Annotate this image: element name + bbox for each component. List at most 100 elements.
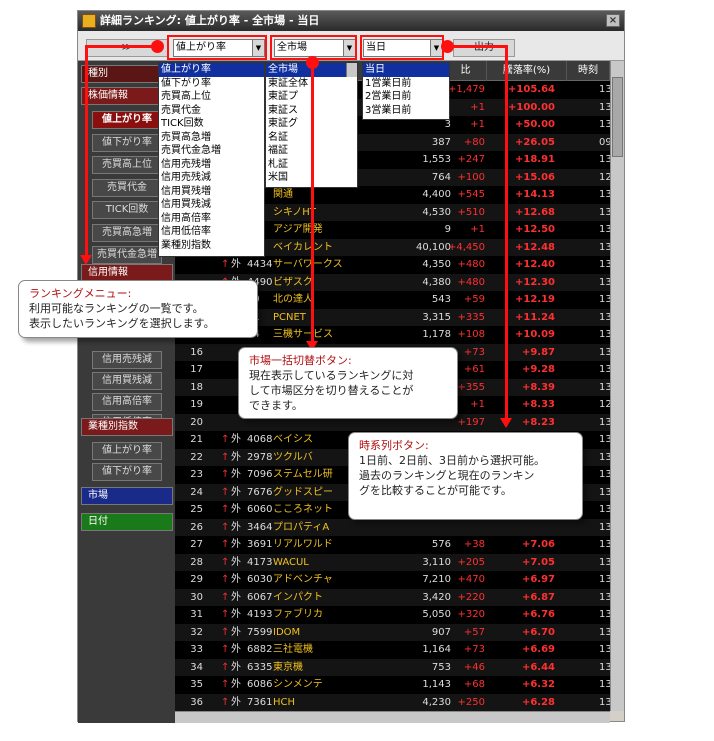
stock-name: ファブリカ bbox=[273, 609, 323, 620]
ranking-option[interactable]: 売買高急増 bbox=[159, 131, 264, 145]
ranking-option[interactable]: 信用買残減 bbox=[159, 198, 264, 212]
rate-value: +6.97 bbox=[521, 574, 555, 585]
up-arrow-icon: ↑ bbox=[221, 626, 230, 638]
rate-value bbox=[495, 519, 555, 536]
table-row[interactable]: 29 ↑ 外 6030 アドベンチャ 7,210 +470 +6.97 13 bbox=[175, 571, 610, 589]
rate-value: +10.09 bbox=[514, 329, 555, 340]
change-value: +250 bbox=[457, 696, 485, 708]
table-row[interactable]: 35 ↑ 外 6086 シンメンテ 1,143 +68 +6.32 13 bbox=[175, 676, 610, 694]
rate-value: +6.87 bbox=[521, 591, 555, 603]
ranking-marker-dot bbox=[151, 40, 164, 53]
change-value: +220 bbox=[457, 591, 485, 603]
stock-name: インパクト bbox=[273, 591, 323, 603]
sidebar-item-stock-3[interactable]: 売買代金 bbox=[92, 178, 162, 197]
rank-number: 18 bbox=[190, 381, 203, 393]
time-series-callout: 時系列ボタン: 1日前、2日前、3日前から選択可能。 過去のランキングと現在のラ… bbox=[348, 432, 583, 520]
table-row[interactable]: 33 ↑ 外 6882 三社電機 1,164 +73 +6.69 13 bbox=[175, 641, 610, 659]
change-value bbox=[425, 519, 485, 536]
sidebar-item-credit-1[interactable]: 信用買残減 bbox=[92, 372, 162, 390]
ranking-option[interactable]: 信用買残増 bbox=[159, 185, 264, 199]
sidebar-market-button[interactable]: 市場 bbox=[81, 487, 173, 505]
time-value: 13 bbox=[599, 241, 610, 253]
sidebar-item-sector-0[interactable]: 値上がり率 bbox=[92, 442, 162, 460]
change-value: +73 bbox=[463, 644, 485, 655]
ranking-option[interactable]: 信用売残減 bbox=[159, 171, 264, 185]
horizontal-scrollbar[interactable] bbox=[175, 711, 610, 723]
header-time[interactable]: 時刻 bbox=[567, 61, 610, 81]
sidebar-group-sector[interactable]: 業種別指数 bbox=[81, 418, 173, 436]
market-tag: 外 bbox=[231, 591, 241, 603]
rank-number: 16 bbox=[190, 346, 203, 358]
change-value: +470 bbox=[457, 574, 485, 585]
change-value: +1 bbox=[470, 224, 485, 235]
table-row[interactable]: 27 ↑ 外 3691 リアルワルド 576 +38 +7.06 13 bbox=[175, 536, 610, 554]
market-tag: 外 bbox=[231, 504, 241, 515]
date-dropdown-list[interactable]: 当日 1営業日前 2営業日前 3営業日前 bbox=[362, 62, 450, 120]
rate-value: +6.32 bbox=[521, 679, 555, 690]
callout-text: 現在表示しているランキングに対 bbox=[249, 369, 414, 382]
ranking-option[interactable]: 信用低倍率 bbox=[159, 225, 264, 239]
rank-number: 24 bbox=[190, 486, 203, 498]
time-value: 13 bbox=[599, 346, 610, 358]
date-option[interactable]: 当日 bbox=[363, 63, 449, 77]
date-option[interactable]: 1営業日前 bbox=[363, 77, 449, 91]
time-value: 13 bbox=[599, 259, 610, 270]
table-row[interactable]: ↑ 外 4434 サーバワークス 4,350 +480 +12.40 13 bbox=[175, 256, 610, 274]
rate-value: +12.30 bbox=[514, 276, 555, 288]
ranking-option[interactable]: 売買代金急増 bbox=[159, 144, 264, 158]
ranking-menu-callout: ランキングメニュー: 利用可能なランキングの一覧です。 表示したいランキングを選… bbox=[18, 280, 258, 338]
rate-value: +6.28 bbox=[521, 696, 555, 708]
ranking-option[interactable]: 売買高上位 bbox=[159, 90, 264, 104]
table-row[interactable]: 32 ↑ 外 7599 IDOM 907 +57 +6.70 13 bbox=[175, 623, 610, 641]
sidebar-item-stock-5[interactable]: 売買高急増 bbox=[92, 223, 162, 242]
rate-value: +12.19 bbox=[514, 294, 555, 305]
change-value: +480 bbox=[457, 259, 485, 270]
vertical-scrollbar[interactable] bbox=[610, 61, 624, 711]
header-rate[interactable]: 騰落率(%) bbox=[487, 61, 567, 81]
close-button[interactable]: × bbox=[606, 14, 620, 27]
stock-name: ビザスク bbox=[273, 276, 313, 288]
sidebar-item-credit-2[interactable]: 信用高倍率 bbox=[92, 393, 162, 411]
scroll-thumb[interactable] bbox=[612, 77, 623, 157]
up-arrow-icon: ↑ bbox=[221, 486, 230, 498]
rate-value: +11.24 bbox=[514, 311, 555, 323]
market-tag: 外 bbox=[231, 451, 241, 463]
table-row[interactable]: 26 ↑ 外 3464 プロパティA 13 bbox=[175, 518, 610, 536]
table-row[interactable]: 34 ↑ 外 6335 東京機 753 +46 +6.44 13 bbox=[175, 658, 610, 676]
ranking-option[interactable]: 信用高倍率 bbox=[159, 212, 264, 226]
sidebar-item-stock-2[interactable]: 売買高上位 bbox=[92, 156, 162, 174]
table-row[interactable]: 36 ↑ 外 7361 HCH 4,230 +250 +6.28 13 bbox=[175, 693, 610, 711]
ranking-option[interactable]: 信用売残増 bbox=[159, 158, 264, 172]
sidebar-date-button[interactable]: 日付 bbox=[81, 513, 173, 531]
ranking-option[interactable]: TICK回数 bbox=[159, 117, 264, 131]
market-connector bbox=[311, 65, 314, 343]
stock-name: IDOM bbox=[273, 626, 301, 638]
time-value: 13 bbox=[599, 644, 610, 655]
market-switch-callout: 市場一括切替ボタン: 現在表示しているランキングに対 して市場区分を切り替えるこ… bbox=[238, 347, 458, 419]
ranking-dropdown-list[interactable]: 値上がり率 値下がり率 売買高上位 売買代金 TICK回数 売買高急増 売買代金急増 信用売残… bbox=[158, 62, 265, 257]
sidebar-item-stock-6[interactable]: 売買代金急増 bbox=[92, 246, 162, 264]
dropdown-scrollbar[interactable] bbox=[346, 63, 357, 77]
sidebar-item-stock-1[interactable]: 値下がり率 bbox=[92, 133, 162, 152]
date-option[interactable]: 2営業日前 bbox=[363, 90, 449, 104]
table-row[interactable]: 31 ↑ 外 4193 ファブリカ 5,050 +320 +6.76 13 bbox=[175, 606, 610, 624]
ranking-option[interactable]: 業種別指数 bbox=[159, 239, 264, 253]
sidebar-item-credit-0[interactable]: 信用売残減 bbox=[92, 351, 162, 369]
table-row[interactable]: 28 ↑ 外 4173 WACUL 3,110 +205 +7.05 13 bbox=[175, 553, 610, 571]
sidebar-item-sector-1[interactable]: 値下がり率 bbox=[92, 463, 162, 481]
ranking-option[interactable]: 売買代金 bbox=[159, 104, 264, 118]
sidebar-item-stock-0[interactable]: 値上がり率 bbox=[92, 111, 162, 129]
change-value: +38 bbox=[463, 539, 485, 550]
market-tag: 外 bbox=[231, 434, 241, 445]
app-icon bbox=[82, 14, 96, 28]
table-row[interactable]: 30 ↑ 外 6067 インパクト 3,420 +220 +6.87 13 bbox=[175, 588, 610, 606]
rate-value: +9.28 bbox=[521, 364, 555, 375]
stock-name: プロパティA bbox=[273, 521, 330, 533]
sidebar-item-stock-4[interactable]: TICK回数 bbox=[92, 201, 162, 219]
ranking-option[interactable]: 値下がり率 bbox=[159, 77, 264, 91]
header-change[interactable]: 比 bbox=[445, 61, 487, 81]
date-option[interactable]: 3営業日前 bbox=[363, 104, 449, 118]
rank-number: 36 bbox=[190, 696, 203, 708]
ranking-option[interactable]: 値上がり率 bbox=[159, 63, 264, 77]
rate-value: +6.76 bbox=[521, 609, 555, 620]
